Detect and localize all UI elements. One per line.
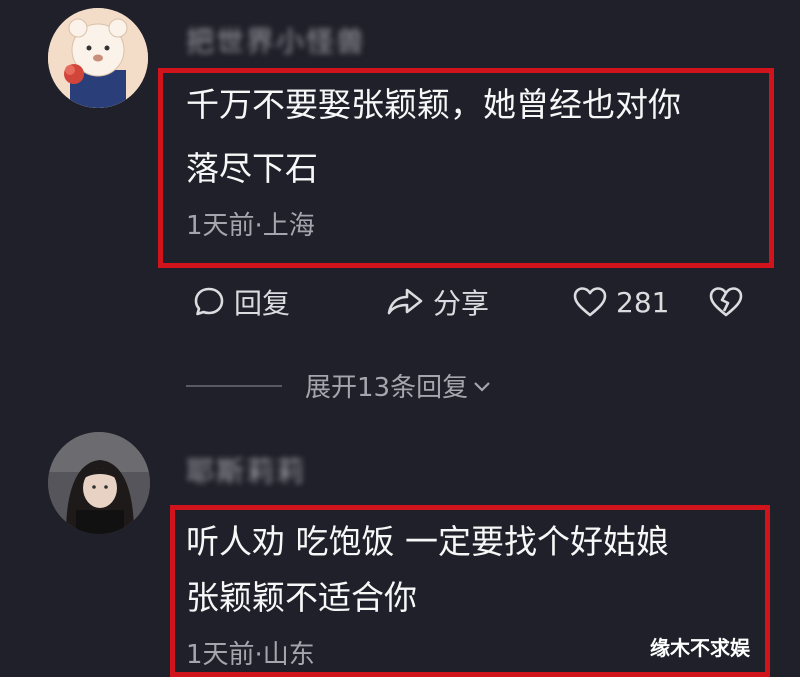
like-count: 281 <box>616 285 670 319</box>
dislike-button[interactable] <box>708 282 752 322</box>
expand-replies-label: 展开13条回复 <box>305 373 469 403</box>
reply-label: 回复 <box>234 287 291 320</box>
chevron-down-icon <box>474 381 490 392</box>
avatar-bear-illustration <box>48 8 148 108</box>
avatar[interactable] <box>48 432 150 534</box>
share-arrow-icon <box>387 288 423 315</box>
heart-icon <box>573 287 607 317</box>
divider <box>186 385 282 387</box>
comment-username[interactable]: 把世界小怪兽 <box>186 20 366 60</box>
broken-heart-icon <box>709 287 743 317</box>
comment-text-line: 张颖颖不适合你 <box>186 578 417 617</box>
comment-meta: 1天前·上海 <box>186 211 315 241</box>
like-button[interactable]: 281 <box>572 282 669 322</box>
comment-bubble-icon <box>194 287 224 316</box>
avatar-girl-photo <box>48 432 150 534</box>
share-button[interactable]: 分享 <box>385 282 489 322</box>
reply-button[interactable]: 回复 <box>192 282 290 322</box>
avatar[interactable] <box>48 8 148 108</box>
comment-text-line: 落尽下石 <box>186 149 318 188</box>
comment-username[interactable]: 耶斯莉莉 <box>186 450 306 490</box>
expand-replies-button[interactable]: 展开13条回复 <box>305 367 492 404</box>
share-label: 分享 <box>433 287 490 320</box>
comment-text-line: 听人劝 吃饱饭 一定要找个好姑娘 <box>186 522 669 561</box>
watermark: 缘木不求娱 <box>650 636 750 660</box>
comment-text-line: 千万不要娶张颖颖，她曾经也对你 <box>186 85 681 124</box>
comment-meta: 1天前·山东 <box>186 640 315 670</box>
